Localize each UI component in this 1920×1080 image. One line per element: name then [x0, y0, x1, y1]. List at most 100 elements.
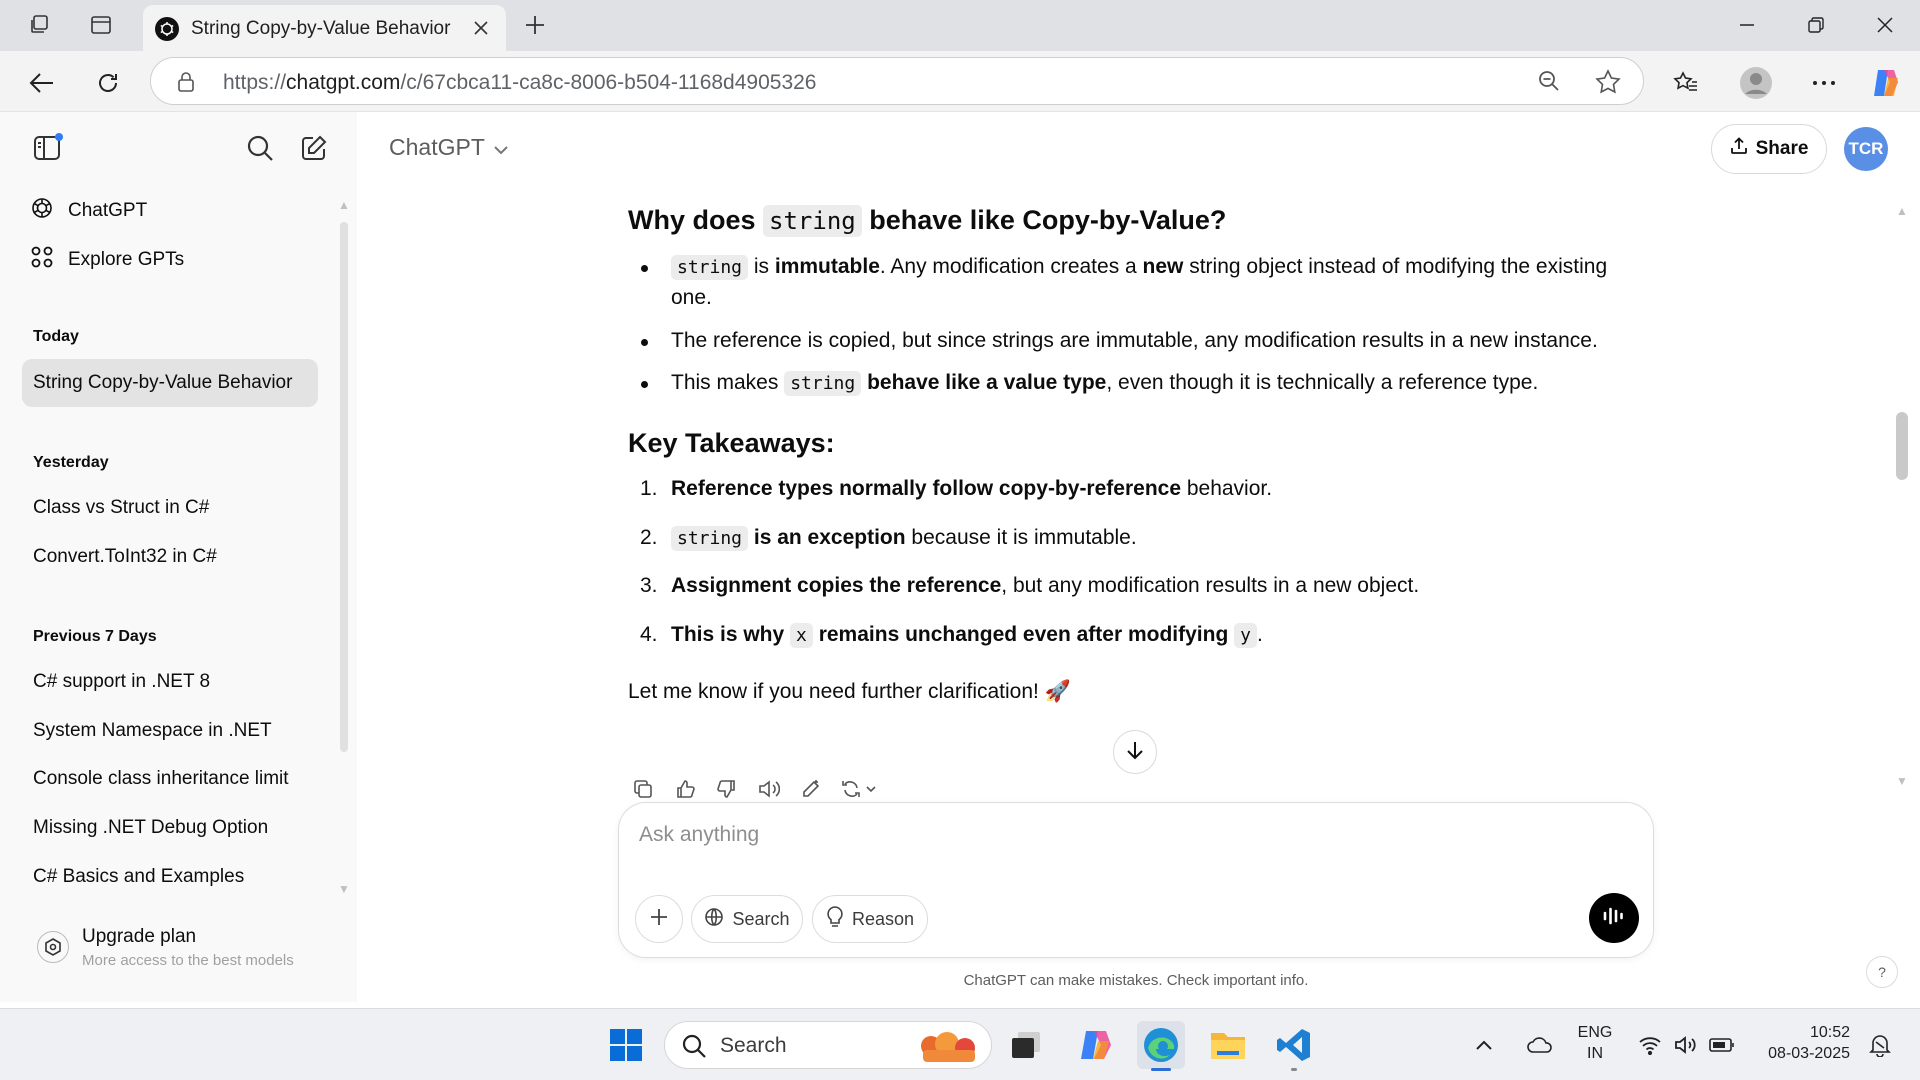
edge-browser-icon[interactable] — [1137, 1021, 1185, 1071]
sidebar-chat-item[interactable]: System Namespace in .NET — [22, 707, 318, 755]
help-button[interactable]: ? — [1866, 956, 1898, 988]
vscode-icon[interactable] — [1270, 1021, 1318, 1071]
browser-tab-active[interactable]: String Copy-by-Value Behavior — [143, 5, 506, 51]
search-icon — [681, 1033, 707, 1064]
list-item: 2. string is an exception because it is i… — [640, 525, 1137, 551]
regenerate-icon[interactable] — [838, 774, 882, 804]
sidebar-chat-item[interactable]: Console class inheritance limit — [22, 755, 318, 803]
list-item: 4. This is why x remains unchanged even a… — [640, 622, 1263, 648]
windows-taskbar: Search ENG IN 10:52 08-03-2025 — [0, 1008, 1920, 1080]
copy-icon[interactable] — [628, 774, 658, 804]
minimize-icon[interactable] — [1730, 8, 1764, 42]
upgrade-title: Upgrade plan — [82, 926, 197, 947]
wifi-icon[interactable] — [1630, 1021, 1670, 1069]
thumbs-down-icon[interactable] — [712, 774, 742, 804]
scroll-up-arrow-icon[interactable]: ▲ — [1896, 204, 1908, 218]
scroll-down-arrow-icon[interactable]: ▼ — [1896, 774, 1908, 788]
vertical-tabs-icon[interactable] — [86, 10, 116, 40]
show-hidden-icons-icon[interactable] — [1466, 1021, 1502, 1069]
share-button[interactable]: Share — [1711, 124, 1827, 174]
close-window-icon[interactable] — [1868, 8, 1902, 42]
zoom-out-icon[interactable] — [1537, 69, 1561, 98]
numbered-list: 1. Reference types normally follow copy-b… — [628, 473, 1638, 650]
clock[interactable]: 10:52 08-03-2025 — [1756, 1023, 1850, 1065]
new-tab-icon[interactable] — [520, 10, 550, 40]
address-bar[interactable]: https://chatgpt.com/c/67cbca11-ca8c-8006… — [150, 57, 1644, 105]
taskbar-search-label: Search — [720, 1034, 787, 1057]
chat-composer: Search Reason — [618, 802, 1654, 958]
sidebar-nav-chatgpt[interactable]: ChatGPT — [30, 191, 147, 231]
profile-avatar-icon[interactable] — [1738, 65, 1774, 101]
search-chats-icon[interactable] — [242, 130, 278, 166]
clock-date: 08-03-2025 — [1768, 1044, 1850, 1062]
scroll-up-arrow-icon[interactable]: ▲ — [338, 198, 350, 212]
back-icon[interactable] — [24, 65, 60, 101]
workspaces-icon[interactable] — [24, 10, 54, 40]
inline-code: string — [784, 371, 862, 396]
upgrade-subtitle: More access to the best models — [82, 952, 294, 969]
volume-icon[interactable] — [1666, 1021, 1706, 1069]
clock-time: 10:52 — [1809, 1024, 1850, 1041]
list-item: 3. Assignment copies the reference, but a… — [640, 574, 1420, 597]
inline-code: string — [671, 254, 749, 280]
more-options-icon[interactable] — [1806, 65, 1842, 101]
task-view-icon[interactable] — [1002, 1021, 1050, 1069]
chevron-down-icon — [493, 134, 509, 161]
tab-title: String Copy-by-Value Behavior — [191, 18, 451, 39]
sidebar-scrollbar[interactable] — [340, 222, 348, 752]
tab-close-icon[interactable] — [468, 15, 494, 41]
sidebar-nav-explore-gpts[interactable]: Explore GPTs — [30, 240, 184, 280]
search-button[interactable]: Search — [691, 895, 803, 943]
language-indicator[interactable]: ENG IN — [1570, 1023, 1620, 1065]
edit-canvas-icon[interactable] — [796, 774, 826, 804]
sidebar-chat-item[interactable]: C# Basics and Examples — [22, 853, 318, 901]
copilot-icon[interactable] — [1868, 65, 1904, 101]
disclaimer-text: ChatGPT can make mistakes. Check importa… — [963, 972, 1309, 989]
search-label: Search — [732, 908, 790, 929]
list-item: 1. Reference types normally follow copy-b… — [640, 477, 1273, 500]
favorite-star-icon[interactable] — [1595, 69, 1621, 100]
refresh-icon[interactable] — [90, 65, 126, 101]
lightbulb-icon — [826, 905, 844, 933]
user-avatar[interactable]: TCR — [1844, 127, 1888, 171]
voice-mode-button[interactable] — [1589, 893, 1639, 943]
reason-button[interactable]: Reason — [812, 895, 928, 943]
taskbar-search[interactable]: Search — [664, 1021, 992, 1069]
sidebar-chat-item[interactable]: C# support in .NET 8 — [22, 658, 318, 706]
prompt-input[interactable] — [639, 823, 1619, 847]
sidebar-chat-item[interactable]: Class vs Struct in C# — [22, 484, 318, 532]
upgrade-plan-button[interactable]: Upgrade plan More access to the best mod… — [30, 920, 330, 980]
closing-text: Let me know if you need further clarific… — [628, 680, 1071, 703]
favorites-icon[interactable] — [1668, 65, 1704, 101]
scroll-down-arrow-icon[interactable]: ▼ — [338, 882, 350, 896]
copilot-taskbar-icon[interactable] — [1072, 1021, 1120, 1069]
attach-button[interactable] — [635, 895, 683, 943]
search-highlight-icon — [913, 1028, 985, 1069]
thumbs-up-icon[interactable] — [670, 774, 700, 804]
openai-logo-icon — [30, 196, 54, 226]
new-chat-icon[interactable] — [296, 130, 332, 166]
openai-favicon-icon — [155, 17, 179, 41]
model-selector[interactable]: ChatGPT — [389, 134, 509, 161]
file-explorer-icon[interactable] — [1204, 1021, 1252, 1069]
battery-icon[interactable] — [1702, 1021, 1742, 1069]
restore-icon[interactable] — [1799, 8, 1833, 42]
bullet-list: string is immutable. Any modification cr… — [628, 251, 1638, 399]
notifications-icon[interactable] — [1860, 1021, 1900, 1069]
sidebar-chat-item[interactable]: String Copy-by-Value Behavior — [22, 359, 318, 407]
plus-icon — [649, 907, 669, 932]
page-scrollbar[interactable] — [1896, 412, 1908, 480]
toggle-sidebar-icon[interactable] — [30, 130, 66, 166]
list-item: The reference is copied, but since strin… — [628, 325, 1638, 357]
sidebar-chat-item[interactable]: Missing .NET Debug Option — [22, 804, 318, 852]
upgrade-icon — [37, 931, 69, 963]
site-info-icon[interactable] — [177, 71, 195, 98]
windows-start-icon[interactable] — [602, 1021, 650, 1069]
globe-icon — [704, 907, 724, 932]
onedrive-cloud-icon[interactable] — [1520, 1021, 1560, 1069]
inline-code: y — [1234, 622, 1257, 648]
sidebar-chat-item[interactable]: Convert.ToInt32 in C# — [22, 533, 318, 581]
url-text: https://chatgpt.com/c/67cbca11-ca8c-8006… — [223, 71, 817, 94]
read-aloud-icon[interactable] — [754, 774, 784, 804]
scroll-to-bottom-button[interactable] — [1113, 730, 1157, 774]
